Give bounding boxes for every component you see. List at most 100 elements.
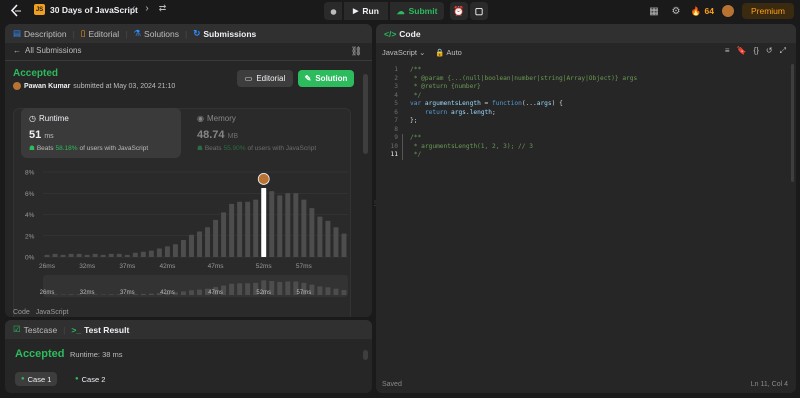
submitted-at: submitted at May 03, 2024 21:10 (73, 82, 176, 90)
code-line[interactable]: 4 */ (376, 92, 796, 101)
runtime-beats: ☗ Beats 58.18% of users with JavaScript (29, 144, 149, 153)
bar (148, 250, 154, 257)
code-text: */ (410, 91, 422, 99)
line-number: 9 (394, 134, 398, 141)
arrow-left-icon: ← (13, 46, 21, 55)
bar (172, 244, 178, 257)
tab-separator: | (185, 28, 188, 39)
tab-code[interactable]: </> Code (384, 29, 421, 39)
line-number: 11 (390, 151, 398, 158)
bar (84, 254, 90, 257)
runtime-label: ◷ Runtime (29, 114, 69, 123)
submissions-panel: ▤ Description | ▯ Editorial | ⚗ Solution… (5, 24, 372, 317)
bar (116, 253, 122, 257)
tab-separator: | (72, 28, 75, 39)
bookmark-icon[interactable]: 🔖 (737, 46, 747, 56)
premium-button[interactable]: Premium (741, 3, 794, 19)
overview-bar (325, 287, 331, 295)
editorial-button[interactable]: ▭ Editorial (237, 70, 293, 87)
bar (309, 208, 315, 257)
x-tick-label: 47ms (208, 263, 225, 270)
format-icon[interactable]: ≡ (725, 46, 730, 56)
reset-icon[interactable]: ↺ (766, 46, 773, 56)
prev-problem-icon[interactable]: ‹ (132, 3, 135, 14)
auto-mode[interactable]: 🔒 Auto (435, 48, 461, 57)
settings-gear-icon[interactable]: ⚙ (669, 4, 683, 18)
tab-solutions[interactable]: ⚗ Solutions (133, 28, 179, 39)
submit-button[interactable]: ☁ Submit (390, 2, 444, 20)
overview-tick-label: 42ms (160, 290, 175, 296)
test-runtime: Runtime: 38 ms (70, 350, 123, 359)
cursor-position: Ln 11, Col 4 (750, 381, 788, 388)
debug-button[interactable] (324, 2, 342, 20)
code-line[interactable]: 11 */ (376, 151, 796, 160)
bar (197, 231, 203, 257)
memory-label[interactable]: ◉ Memory (197, 114, 236, 123)
scrollbar[interactable] (363, 74, 368, 154)
tab-test-result[interactable]: >_ Test Result (71, 325, 129, 335)
y-tick-label: 0% (25, 255, 35, 262)
tab-description[interactable]: ▤ Description (13, 28, 67, 39)
code-header: </> Code (376, 24, 796, 43)
solution-button[interactable]: ✎ Solution (298, 70, 354, 87)
problem-nav: ‹ › ⇄ (132, 3, 166, 14)
scrollbar[interactable] (363, 350, 368, 360)
problem-list-title[interactable]: JS 30 Days of JavaScript (34, 4, 138, 15)
scrollbar[interactable] (791, 64, 794, 182)
x-tick-label: 32ms (79, 263, 96, 270)
code-brackets-icon: </> (384, 28, 397, 39)
bar (132, 252, 138, 257)
leetcode-logo-icon[interactable] (10, 4, 22, 18)
code-line[interactable]: 10 * argumentsLength(1, 2, 3); // 3 (376, 143, 796, 152)
author-name[interactable]: Pawan Kumar (24, 83, 70, 90)
tab-submissions[interactable]: ↻ Submissions (193, 28, 256, 39)
code-text: var argumentsLength = function(...args) … (410, 100, 563, 107)
timer-button[interactable]: ⏰ (450, 2, 468, 20)
bar (221, 212, 227, 257)
code-line[interactable]: 1 /** (376, 66, 796, 75)
language-select[interactable]: JavaScript ⌄ (382, 48, 425, 57)
overview-bar (197, 289, 203, 295)
bar (124, 254, 130, 257)
code-line[interactable]: 5 var argumentsLength = function(...args)… (376, 100, 796, 109)
code-line[interactable]: 7}; (376, 117, 796, 126)
streak-counter[interactable]: 🔥 64 (691, 6, 714, 17)
next-problem-icon[interactable]: › (145, 3, 148, 14)
code-line[interactable]: 2 * @param {...(null|boolean|number|stri… (376, 75, 796, 84)
runtime-distribution-chart[interactable]: 8% 6% 4% 2% 0% 26ms 32ms 37ms 42ms 47ms 52ms 57ms 26… (13, 164, 353, 304)
case-2-button[interactable]: ● Case 2 (69, 372, 111, 386)
code-line[interactable]: 6 return args.length; (376, 109, 796, 118)
notes-button[interactable]: ▢ (470, 2, 488, 20)
x-tick-label: 26ms (39, 263, 56, 270)
code-editor[interactable]: 1 /** 2 * @param {...(null|boolean|number|… (376, 64, 796, 369)
shuffle-icon[interactable]: ⇄ (159, 3, 167, 14)
fire-icon: 🔥 (690, 5, 702, 16)
tab-testcase[interactable]: ☑ Testcase (13, 324, 57, 335)
overview-bar (341, 290, 347, 295)
bar (44, 254, 50, 257)
x-tick-label: 37ms (119, 263, 136, 270)
all-submissions-link[interactable]: ← All Submissions (13, 46, 81, 55)
overview-tick-label: 37ms (120, 290, 135, 296)
bar (325, 220, 331, 257)
avatar[interactable] (721, 5, 734, 17)
braces-icon[interactable]: {} (754, 46, 759, 56)
bar (333, 227, 339, 257)
case-1-button[interactable]: ● Case 1 (15, 372, 58, 386)
share-link-icon[interactable]: ⛓ (351, 46, 362, 57)
code-line[interactable]: 8 (376, 126, 796, 135)
checkbox-icon: ☑ (13, 324, 21, 334)
run-button[interactable]: ▶ Run (344, 2, 388, 20)
play-icon: ▶ (353, 8, 359, 15)
flask-icon: ⚗ (133, 28, 142, 38)
code-text: }; (410, 117, 418, 124)
overview-bar (68, 294, 74, 295)
expand-icon[interactable]: ⤢ (780, 46, 786, 56)
bar (164, 246, 170, 257)
code-line[interactable]: 9 /** (376, 134, 796, 143)
bar (237, 201, 243, 257)
layout-grid-icon[interactable]: ▦ (647, 4, 661, 18)
code-line[interactable]: 3 * @return {number} (376, 83, 796, 92)
tab-editorial[interactable]: ▯ Editorial (81, 28, 119, 39)
code-panel: </> Code JavaScript ⌄ 🔒 Auto ≡ 🔖 {} ↺ ⤢ … (376, 24, 796, 393)
